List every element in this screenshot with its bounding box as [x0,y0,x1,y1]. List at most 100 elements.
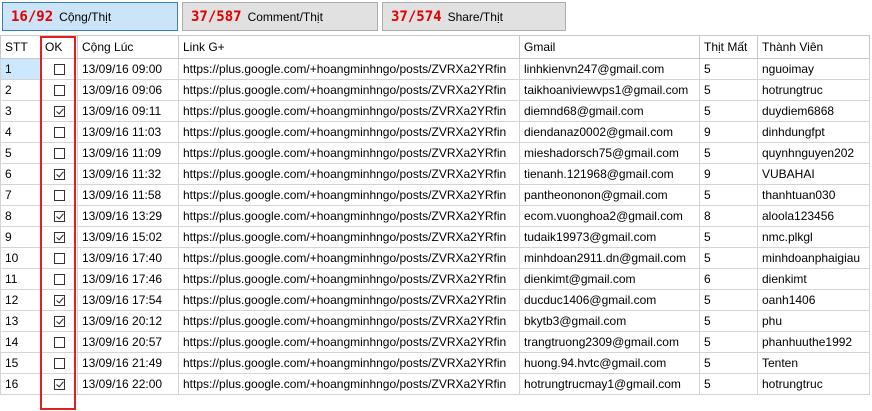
ok-checkbox[interactable] [53,358,65,370]
cell-lost[interactable]: 5 [699,184,758,206]
cell-lost[interactable]: 5 [699,247,758,269]
ok-checkbox[interactable] [53,106,65,118]
cell-stt[interactable]: 14 [0,331,41,353]
cell-stt[interactable]: 11 [0,268,41,290]
cell-stt[interactable]: 16 [0,373,41,395]
table-row[interactable]: 6 13/09/16 11:32 https://plus.google.com/+… [0,163,870,185]
cell-link[interactable]: https://plus.google.com/+hoangminhngo/po… [178,100,520,122]
cell-gmail[interactable]: pantheononon@gmail.com [519,184,700,206]
cell-time[interactable]: 13/09/16 20:57 [77,331,179,353]
ok-checkbox[interactable] [53,85,65,97]
cell-time[interactable]: 13/09/16 17:40 [77,247,179,269]
cell-link[interactable]: https://plus.google.com/+hoangminhngo/po… [178,79,520,101]
cell-time[interactable]: 13/09/16 09:00 [77,58,179,80]
table-row[interactable]: 7 13/09/16 11:58 https://plus.google.com/+… [0,184,870,206]
ok-checkbox[interactable] [53,316,65,328]
stat-add-button[interactable]: 16/92 Cộng/Thịt [2,2,178,31]
cell-time[interactable]: 13/09/16 11:32 [77,163,179,185]
cell-stt[interactable]: 10 [0,247,41,269]
table-row[interactable]: 10 13/09/16 17:40 https://plus.google.com/… [0,247,870,269]
ok-checkbox[interactable] [53,169,65,181]
cell-member[interactable]: thanhtuan030 [757,184,870,206]
table-row[interactable]: 5 13/09/16 11:09 https://plus.google.com/+… [0,142,870,164]
cell-stt[interactable]: 6 [0,163,41,185]
column-header-member[interactable]: Thành Viên [757,35,870,59]
cell-time[interactable]: 13/09/16 21:49 [77,352,179,374]
table-row[interactable]: 3 13/09/16 09:11 https://plus.google.com/+… [0,100,870,122]
cell-member[interactable]: phu [757,310,870,332]
ok-checkbox[interactable] [53,190,65,202]
cell-gmail[interactable]: tienanh.121968@gmail.com [519,163,700,185]
cell-member[interactable]: aloola123456 [757,205,870,227]
cell-member[interactable]: Tenten [757,352,870,374]
ok-checkbox[interactable] [53,274,65,286]
table-row[interactable]: 4 13/09/16 11:03 https://plus.google.com/+… [0,121,870,143]
cell-time[interactable]: 13/09/16 13:29 [77,205,179,227]
cell-link[interactable]: https://plus.google.com/+hoangminhngo/po… [178,121,520,143]
cell-lost[interactable]: 5 [699,310,758,332]
column-header-stt[interactable]: STT [0,35,41,59]
cell-member[interactable]: dinhdungfpt [757,121,870,143]
cell-link[interactable]: https://plus.google.com/+hoangminhngo/po… [178,352,520,374]
cell-lost[interactable]: 5 [699,100,758,122]
cell-time[interactable]: 13/09/16 11:58 [77,184,179,206]
table-row[interactable]: 9 13/09/16 15:02 https://plus.google.com/+… [0,226,870,248]
cell-member[interactable]: nguoimay [757,58,870,80]
cell-stt[interactable]: 4 [0,121,41,143]
cell-member[interactable]: hotrungtruc [757,373,870,395]
cell-gmail[interactable]: bkytb3@gmail.com [519,310,700,332]
cell-stt[interactable]: 9 [0,226,41,248]
cell-gmail[interactable]: huong.94.hvtc@gmail.com [519,352,700,374]
cell-time[interactable]: 13/09/16 09:11 [77,100,179,122]
table-row[interactable]: 16 13/09/16 22:00 https://plus.google.com/… [0,373,870,395]
ok-checkbox[interactable] [53,148,65,160]
cell-member[interactable]: hotrungtruc [757,79,870,101]
ok-checkbox[interactable] [53,337,65,349]
cell-gmail[interactable]: hotrungtrucmay1@gmail.com [519,373,700,395]
column-header-lost[interactable]: Thịt Mất [699,35,758,59]
cell-stt[interactable]: 1 [0,58,41,80]
column-header-ok[interactable]: OK [40,35,78,59]
cell-time[interactable]: 13/09/16 17:46 [77,268,179,290]
cell-link[interactable]: https://plus.google.com/+hoangminhngo/po… [178,163,520,185]
cell-member[interactable]: quynhnguyen202 [757,142,870,164]
cell-stt[interactable]: 7 [0,184,41,206]
cell-link[interactable]: https://plus.google.com/+hoangminhngo/po… [178,373,520,395]
cell-gmail[interactable]: diemnd68@gmail.com [519,100,700,122]
ok-checkbox[interactable] [53,232,65,244]
cell-link[interactable]: https://plus.google.com/+hoangminhngo/po… [178,289,520,311]
cell-stt[interactable]: 5 [0,142,41,164]
cell-link[interactable]: https://plus.google.com/+hoangminhngo/po… [178,205,520,227]
ok-checkbox[interactable] [53,64,65,76]
cell-lost[interactable]: 5 [699,142,758,164]
cell-time[interactable]: 13/09/16 09:06 [77,79,179,101]
cell-stt[interactable]: 13 [0,310,41,332]
table-row[interactable]: 13 13/09/16 20:12 https://plus.google.com/… [0,310,870,332]
cell-time[interactable]: 13/09/16 20:12 [77,310,179,332]
table-row[interactable]: 15 13/09/16 21:49 https://plus.google.com/… [0,352,870,374]
cell-lost[interactable]: 9 [699,163,758,185]
cell-time[interactable]: 13/09/16 17:54 [77,289,179,311]
cell-stt[interactable]: 12 [0,289,41,311]
ok-checkbox[interactable] [53,253,65,265]
ok-checkbox[interactable] [53,127,65,139]
stat-comment-button[interactable]: 37/587 Comment/Thịt [182,2,378,31]
cell-gmail[interactable]: linhkienvn247@gmail.com [519,58,700,80]
cell-time[interactable]: 13/09/16 22:00 [77,373,179,395]
ok-checkbox[interactable] [53,379,65,391]
cell-gmail[interactable]: diendanaz0002@gmail.com [519,121,700,143]
cell-gmail[interactable]: ecom.vuonghoa2@gmail.com [519,205,700,227]
cell-lost[interactable]: 9 [699,121,758,143]
cell-member[interactable]: minhdoanphaigiau [757,247,870,269]
ok-checkbox[interactable] [53,211,65,223]
cell-stt[interactable]: 15 [0,352,41,374]
cell-link[interactable]: https://plus.google.com/+hoangminhngo/po… [178,310,520,332]
cell-lost[interactable]: 5 [699,79,758,101]
table-row[interactable]: 14 13/09/16 20:57 https://plus.google.com/… [0,331,870,353]
cell-member[interactable]: VUBAHAI [757,163,870,185]
cell-lost[interactable]: 5 [699,352,758,374]
cell-lost[interactable]: 5 [699,58,758,80]
cell-stt[interactable]: 8 [0,205,41,227]
cell-lost[interactable]: 5 [699,289,758,311]
cell-lost[interactable]: 5 [699,226,758,248]
